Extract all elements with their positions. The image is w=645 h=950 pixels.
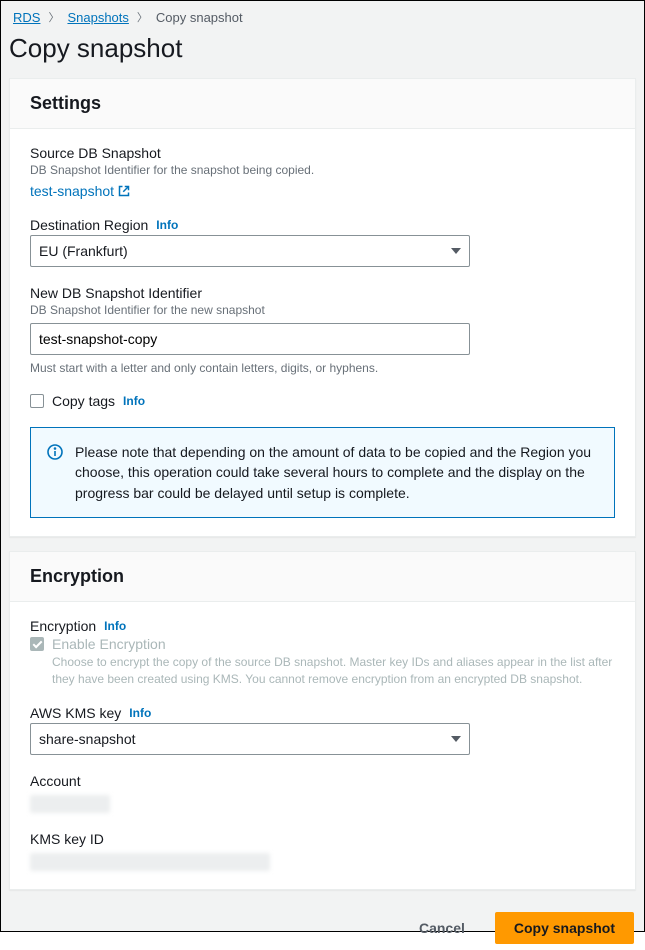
info-icon: [47, 444, 63, 460]
encryption-label: Encryption: [30, 618, 96, 634]
new-snapshot-id-hint: Must start with a letter and only contai…: [30, 361, 615, 375]
kms-key-info[interactable]: Info: [129, 706, 151, 720]
encryption-field: Encryption Info Enable Encryption Choose…: [30, 618, 615, 688]
chevron-right-icon: 〉: [48, 9, 59, 25]
kms-key-field: AWS KMS key Info share-snapshot: [30, 705, 615, 755]
source-snapshot-link-text: test-snapshot: [30, 183, 114, 199]
copy-tags-row: Copy tags Info: [30, 393, 615, 409]
destination-region-select[interactable]: EU (Frankfurt): [30, 235, 470, 267]
source-snapshot-desc: DB Snapshot Identifier for the snapshot …: [30, 163, 615, 177]
source-snapshot-field: Source DB Snapshot DB Snapshot Identifie…: [30, 145, 615, 199]
settings-title: Settings: [30, 93, 615, 114]
kms-key-select[interactable]: share-snapshot: [30, 723, 470, 755]
breadcrumb-current: Copy snapshot: [156, 10, 243, 25]
info-alert: Please note that depending on the amount…: [30, 427, 615, 518]
kms-key-id-field: KMS key ID: [30, 831, 615, 871]
encryption-info[interactable]: Info: [104, 619, 126, 633]
copy-tags-checkbox[interactable]: [30, 394, 44, 408]
encryption-title: Encryption: [30, 566, 615, 587]
copy-snapshot-button[interactable]: Copy snapshot: [495, 912, 634, 944]
breadcrumb-root[interactable]: RDS: [13, 10, 40, 25]
destination-region-label: Destination Region: [30, 217, 148, 233]
chevron-right-icon: 〉: [137, 9, 148, 25]
copy-tags-label: Copy tags: [52, 393, 115, 409]
caret-down-icon: [451, 736, 461, 742]
external-link-icon: [118, 185, 130, 197]
kms-key-id-label: KMS key ID: [30, 831, 615, 847]
kms-key-value: share-snapshot: [39, 731, 136, 747]
source-snapshot-link[interactable]: test-snapshot: [30, 183, 130, 199]
settings-panel: Settings Source DB Snapshot DB Snapshot …: [9, 78, 636, 537]
account-value-redacted: [30, 795, 110, 813]
new-snapshot-id-label: New DB Snapshot Identifier: [30, 285, 615, 301]
encryption-header: Encryption: [10, 552, 635, 602]
copy-tags-info[interactable]: Info: [123, 394, 145, 408]
new-snapshot-id-input[interactable]: [30, 323, 470, 355]
page-title: Copy snapshot: [9, 29, 640, 78]
account-label: Account: [30, 773, 615, 789]
info-alert-text: Please note that depending on the amount…: [75, 442, 598, 503]
new-snapshot-id-desc: DB Snapshot Identifier for the new snaps…: [30, 303, 615, 317]
kms-key-id-value-redacted: [30, 853, 270, 871]
enable-encryption-desc: Choose to encrypt the copy of the source…: [30, 654, 615, 688]
destination-region-field: Destination Region Info EU (Frankfurt): [30, 217, 615, 267]
footer-actions: Cancel Copy snapshot: [5, 904, 640, 950]
source-snapshot-label: Source DB Snapshot: [30, 145, 615, 161]
account-field: Account: [30, 773, 615, 813]
kms-key-label: AWS KMS key: [30, 705, 121, 721]
enable-encryption-checkbox: [30, 637, 44, 651]
breadcrumb: RDS 〉 Snapshots 〉 Copy snapshot: [5, 9, 640, 29]
enable-encryption-label: Enable Encryption: [52, 636, 166, 652]
new-snapshot-id-field: New DB Snapshot Identifier DB Snapshot I…: [30, 285, 615, 375]
caret-down-icon: [451, 248, 461, 254]
breadcrumb-parent[interactable]: Snapshots: [67, 10, 128, 25]
cancel-button[interactable]: Cancel: [401, 912, 483, 944]
destination-region-info[interactable]: Info: [156, 218, 178, 232]
settings-header: Settings: [10, 79, 635, 129]
destination-region-value: EU (Frankfurt): [39, 243, 128, 259]
encryption-panel: Encryption Encryption Info Enable Encryp…: [9, 551, 636, 891]
